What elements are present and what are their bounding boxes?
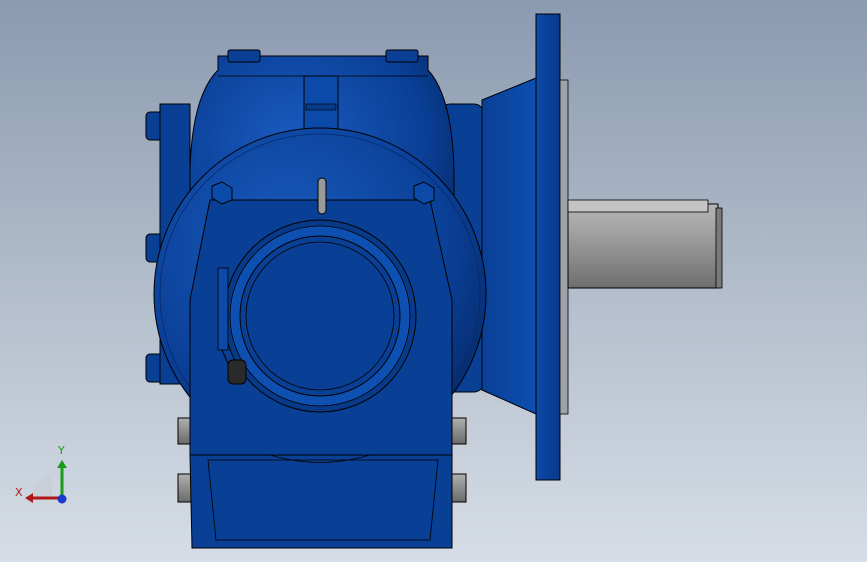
coordinate-triad: Y X: [15, 444, 67, 504]
motor-flange: [535, 13, 569, 481]
y-axis-label: Y: [57, 444, 65, 457]
z-axis-dot: [57, 494, 67, 504]
gearbox-model[interactable]: [0, 0, 867, 562]
input-shaft: [567, 199, 723, 289]
x-axis-label: X: [15, 486, 23, 499]
cad-viewport[interactable]: Y X: [0, 0, 867, 562]
